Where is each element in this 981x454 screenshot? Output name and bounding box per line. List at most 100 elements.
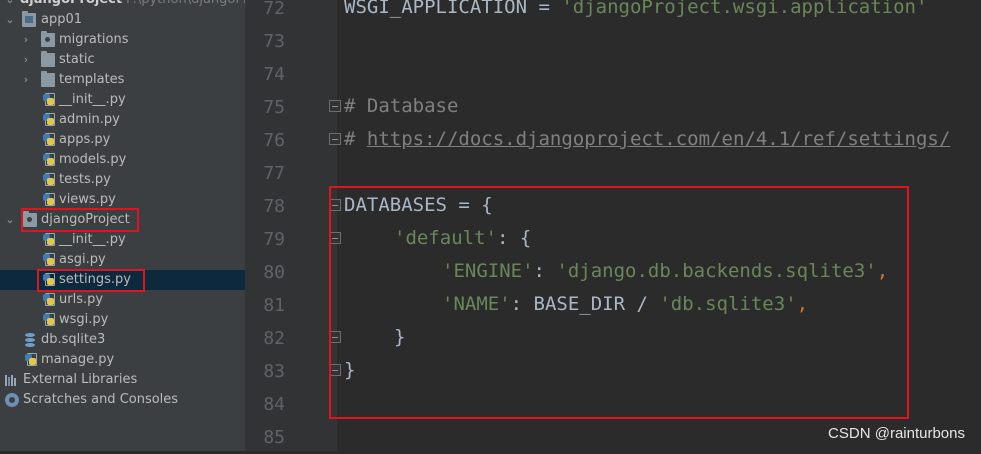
tree-item-label: db.sqlite3 — [41, 332, 106, 347]
code-comment-link[interactable]: https://docs.djangoproject.com/en/4.1/re… — [367, 128, 950, 150]
line-number: 77 — [263, 163, 285, 184]
module-folder-icon — [22, 11, 36, 27]
tree-item-db[interactable]: db.sqlite3 — [0, 330, 245, 350]
code-expression: : BASE_DIR / — [510, 293, 660, 315]
line-number: 73 — [263, 31, 285, 52]
tree-item-app01[interactable]: ⌄ app01 — [0, 10, 245, 30]
python-file-icon — [24, 353, 38, 367]
line-number: 76 — [263, 130, 285, 151]
fold-icon[interactable] — [329, 364, 341, 376]
tree-item-label: Scratches and Consoles — [23, 392, 179, 407]
line-number: 83 — [263, 361, 285, 382]
tree-item-label: static — [59, 52, 95, 67]
fold-icon[interactable] — [329, 331, 341, 343]
tree-item-migrations[interactable]: › migrations — [0, 30, 245, 50]
python-file-icon — [42, 93, 56, 107]
code-string: 'NAME' — [442, 293, 511, 315]
database-icon — [23, 333, 37, 347]
tree-item-label: urls.py — [59, 292, 104, 307]
chevron-right-icon[interactable]: › — [20, 50, 32, 70]
tree-item-label: djangoProject — [41, 212, 130, 227]
line-number: 85 — [263, 427, 285, 448]
tree-item-settings[interactable]: settings.py — [0, 270, 245, 290]
tree-item-models[interactable]: models.py — [0, 150, 245, 170]
code-line-78: DATABASES = { — [344, 189, 493, 222]
code-comma: , — [876, 260, 889, 282]
line-number: 82 — [263, 328, 285, 349]
code-comma: , — [796, 293, 809, 315]
tree-item-label: app01 — [41, 12, 83, 27]
python-file-icon — [42, 293, 56, 307]
tree-item-label: asgi.py — [59, 252, 106, 267]
python-file-icon — [42, 313, 56, 327]
package-folder-icon — [41, 31, 55, 47]
code-string: 'ENGINE' — [442, 260, 534, 282]
tree-item-pkg-init[interactable]: __init__.py — [0, 230, 245, 250]
package-folder-icon — [23, 211, 37, 227]
tree-item-label: apps.py — [59, 132, 111, 147]
tree-item-label: wsgi.py — [59, 312, 109, 327]
tree-item-static[interactable]: › static — [0, 50, 245, 70]
folder-icon — [41, 71, 55, 87]
chevron-right-icon[interactable]: › — [20, 70, 32, 90]
tree-item-app-init[interactable]: __init__.py — [0, 90, 245, 110]
tree-root[interactable]: ⌄ djangoProject F:\python\djangoProje — [0, 0, 245, 10]
line-number: 80 — [263, 262, 285, 283]
tree-root-label: djangoProject — [20, 0, 122, 10]
tree-item-external-libraries[interactable]: External Libraries — [0, 370, 245, 390]
tree-item-templates[interactable]: › templates — [0, 70, 245, 90]
code-line-80: 'ENGINE': 'django.db.backends.sqlite3', — [442, 255, 888, 288]
tree-item-label: tests.py — [59, 172, 111, 187]
python-file-icon — [42, 113, 56, 127]
line-number: 81 — [263, 295, 285, 316]
tree-item-admin[interactable]: admin.py — [0, 110, 245, 130]
code-line-76: # https://docs.djangoproject.com/en/4.1/… — [344, 123, 950, 156]
tree-item-label: External Libraries — [23, 372, 138, 387]
tree-item-manage[interactable]: manage.py — [0, 350, 245, 370]
code-line-82: } — [394, 326, 406, 348]
code-punctuation: : { — [496, 227, 532, 249]
chevron-right-icon[interactable]: › — [20, 30, 32, 50]
tree-item-label: settings.py — [59, 272, 131, 287]
code-line-75: # Database — [344, 95, 459, 117]
watermark: CSDN @rainturbons — [828, 425, 965, 442]
tree-item-label: templates — [59, 72, 125, 87]
project-tree: ⌄ djangoProject F:\python\djangoProje ⌄ … — [0, 0, 245, 451]
folder-icon — [41, 51, 55, 67]
tree-item-label: __init__.py — [59, 92, 126, 107]
line-number: 74 — [263, 64, 285, 85]
code-identifier: DATABASES = { — [344, 194, 493, 216]
code-string: 'django.db.backends.sqlite3' — [556, 260, 877, 282]
tree-item-apps[interactable]: apps.py — [0, 130, 245, 150]
library-icon — [4, 373, 18, 387]
fold-icon[interactable] — [329, 232, 341, 244]
tree-item-label: __init__.py — [59, 232, 126, 247]
scratches-icon — [5, 393, 19, 407]
tree-item-urls[interactable]: urls.py — [0, 290, 245, 310]
tree-item-label: admin.py — [59, 112, 120, 127]
fold-icon[interactable] — [329, 133, 341, 145]
fold-icon[interactable] — [329, 100, 341, 112]
tree-item-views[interactable]: views.py — [0, 190, 245, 210]
line-number: 78 — [263, 196, 285, 217]
tree-item-scratches[interactable]: Scratches and Consoles — [0, 390, 245, 410]
chevron-down-icon[interactable]: ⌄ — [4, 210, 16, 230]
code-line-72: WSGI_APPLICATION = 'djangoProject.wsgi.a… — [344, 0, 927, 24]
line-number: 75 — [263, 97, 285, 118]
tree-item-tests[interactable]: tests.py — [0, 170, 245, 190]
code-identifier: WSGI_APPLICATION = — [344, 0, 562, 18]
chevron-down-icon[interactable]: ⌄ — [4, 10, 16, 30]
code-string: 'default' — [394, 227, 497, 249]
tree-item-asgi[interactable]: asgi.py — [0, 250, 245, 270]
python-file-icon — [42, 273, 56, 287]
tree-item-label: migrations — [59, 32, 129, 47]
tree-item-wsgi[interactable]: wsgi.py — [0, 310, 245, 330]
python-file-icon — [42, 253, 56, 267]
line-number: 79 — [263, 229, 285, 250]
tree-item-djangoproject[interactable]: ⌄ djangoProject — [0, 210, 245, 230]
code-string: 'djangoProject.wsgi.application' — [561, 0, 928, 18]
python-file-icon — [42, 133, 56, 147]
chevron-down-icon[interactable]: ⌄ — [4, 0, 16, 10]
fold-icon[interactable] — [329, 199, 341, 211]
python-file-icon — [42, 153, 56, 167]
